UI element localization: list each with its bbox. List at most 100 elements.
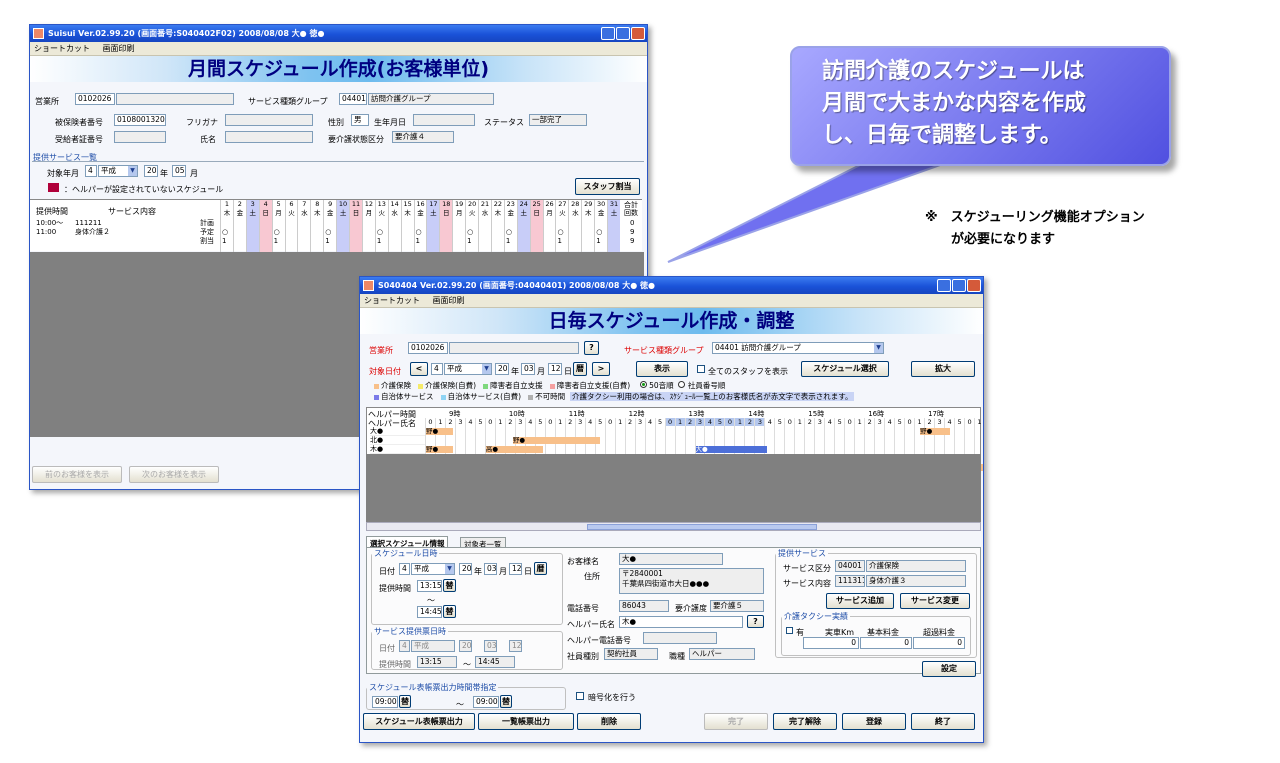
list-output-button[interactable]: 一覧帳票出力 [478,713,574,730]
uncomplete-button[interactable]: 完了解除 [773,713,837,730]
sort-option-label: 社員番号順 [687,381,726,390]
end-time-button[interactable]: 替 [443,605,456,618]
schedule-block[interactable]: 高● [485,446,543,453]
day-number: 30 [596,200,606,208]
scrollbar-thumb[interactable] [587,524,817,530]
schedule-block[interactable]: 野● [920,428,951,435]
minimize-icon[interactable] [601,27,615,40]
schedule-info-panel: スケジュール日時 日付 4 平成 ▼ 20 年 03 月 12 日 暦 提供時間 … [366,547,981,677]
all-staff-checkbox[interactable] [697,365,705,373]
output-start-field[interactable]: 09:00 [372,696,398,708]
start-time-button[interactable]: 替 [443,579,456,592]
service-add-button[interactable]: サービス追加 [826,593,894,609]
helper-row-name[interactable]: 木● [370,445,425,454]
office-search-button[interactable]: ? [584,341,599,355]
zoom-button[interactable]: 拡大 [911,361,975,377]
service-change-button[interactable]: サービス変更 [900,593,970,609]
complete-button[interactable]: 完了 [704,713,768,730]
chevron-down-icon[interactable]: ▼ [445,564,454,574]
table-row[interactable]: 11:00 身体介護２ 予定 9 ○ ○ ○ ○ ○ ○ ○ ○ ○ [30,228,642,237]
register-button[interactable]: 登録 [842,713,906,730]
output-start-button[interactable]: 替 [399,695,411,708]
menu-print[interactable]: 画面印刷 [433,296,465,305]
chevron-down-icon[interactable]: ▼ [128,166,137,176]
menu-shortcut[interactable]: ショートカット [34,44,90,53]
setting-button[interactable]: 設定 [922,661,976,677]
encrypt-checkbox[interactable] [576,692,584,700]
assigned-count: 1 [467,237,472,245]
row-kind: 割当 [200,237,214,245]
legend-item: 自治体サービス [381,392,434,401]
schedule-block[interactable]: 野● [512,437,600,444]
prev-customer-button[interactable]: 前のお客様を表示 [32,466,122,483]
helper-search-button[interactable]: ? [747,615,764,628]
start-time-field[interactable]: 13:15 [417,580,442,592]
chevron-down-icon[interactable]: ▼ [874,343,883,353]
day-field[interactable]: 12 [548,363,562,375]
helper-field[interactable]: 木● [619,616,743,628]
month-field[interactable]: 03 [521,363,535,375]
helper-row-name[interactable]: 大● [370,427,425,436]
exit-button[interactable]: 終了 [911,713,975,730]
year-field[interactable]: 20 [144,165,158,177]
table-row[interactable]: 割当 9 1 1 1 1 1 1 1 1 1 [30,237,642,246]
calendar-button[interactable]: 暦 [573,362,587,376]
day-number: 20 [467,200,477,208]
svc-group-select[interactable]: 04401 訪問介護グループ ▼ [712,342,884,354]
delete-button[interactable]: 削除 [577,713,641,730]
sort-radio-emp[interactable] [678,381,686,388]
next-customer-button[interactable]: 次のお客様を表示 [129,466,219,483]
menu-shortcut[interactable]: ショートカット [364,296,420,305]
legend-item: 介護保険(自費) [425,381,477,390]
era-select[interactable]: 平成 ▼ [444,363,492,375]
taxi-base-field[interactable]: 0 [860,637,912,649]
close-icon[interactable] [631,27,645,40]
sched-calendar-button[interactable]: 暦 [534,562,547,575]
maximize-icon[interactable] [952,279,966,292]
svc-group-code[interactable]: 04401 [339,93,367,105]
year-field[interactable]: 20 [495,363,509,375]
output-end-field[interactable]: 09:00 [473,696,499,708]
menu-print[interactable]: 画面印刷 [103,44,135,53]
ym-month-code[interactable]: 4 [85,165,97,177]
office-field[interactable]: 0102026 [408,342,448,354]
insured-field[interactable]: 0108001320 [114,114,166,126]
day-weekday: 日 [262,209,269,217]
month-field[interactable]: 05 [172,165,186,177]
sched-month[interactable]: 03 [484,563,497,575]
helper-phone-label: ヘルパー電話番号 [567,636,631,645]
sort-radio-kana[interactable] [639,381,647,388]
output-end-button[interactable]: 替 [500,695,512,708]
table-row[interactable]: 10:00～ 111211 計画 0 [30,219,642,228]
sched-day[interactable]: 12 [509,563,522,575]
assigned-count: 1 [273,237,279,245]
taxi-km-field[interactable]: 0 [803,637,859,649]
staff-assign-button[interactable]: スタッフ割当 [575,178,640,195]
helper-row-name[interactable]: 北● [370,436,425,445]
row-service: 111211 [75,219,102,227]
minimize-icon[interactable] [937,279,951,292]
date-m-field[interactable]: 4 [431,363,443,375]
prev-date-button[interactable]: < [410,362,428,376]
schedule-select-button[interactable]: スケジュール選択 [801,361,889,377]
era-select[interactable]: 平成 ▼ [98,165,138,177]
office-name-field [116,93,234,105]
taxi-checkbox[interactable] [786,627,793,634]
end-time-field[interactable]: 14:45 [417,606,442,618]
schedule-block[interactable]: 野● [426,428,453,435]
maximize-icon[interactable] [616,27,630,40]
day-weekday: 水 [572,209,579,217]
taxi-extra-field[interactable]: 0 [913,637,965,649]
sched-date-m[interactable]: 4 [399,563,410,575]
sched-era-select[interactable]: 平成 ▼ [411,563,455,575]
schedule-output-button[interactable]: スケジュール表帳票出力 [363,713,475,730]
schedule-block[interactable]: 野● [426,446,453,453]
show-button[interactable]: 表示 [636,361,688,377]
horizontal-scrollbar[interactable] [366,522,981,531]
next-date-button[interactable]: > [592,362,610,376]
schedule-block[interactable]: 大● [695,446,768,453]
office-field[interactable]: 0102026 [75,93,115,105]
close-icon[interactable] [967,279,981,292]
sched-year[interactable]: 20 [459,563,472,575]
chevron-down-icon[interactable]: ▼ [482,364,491,374]
